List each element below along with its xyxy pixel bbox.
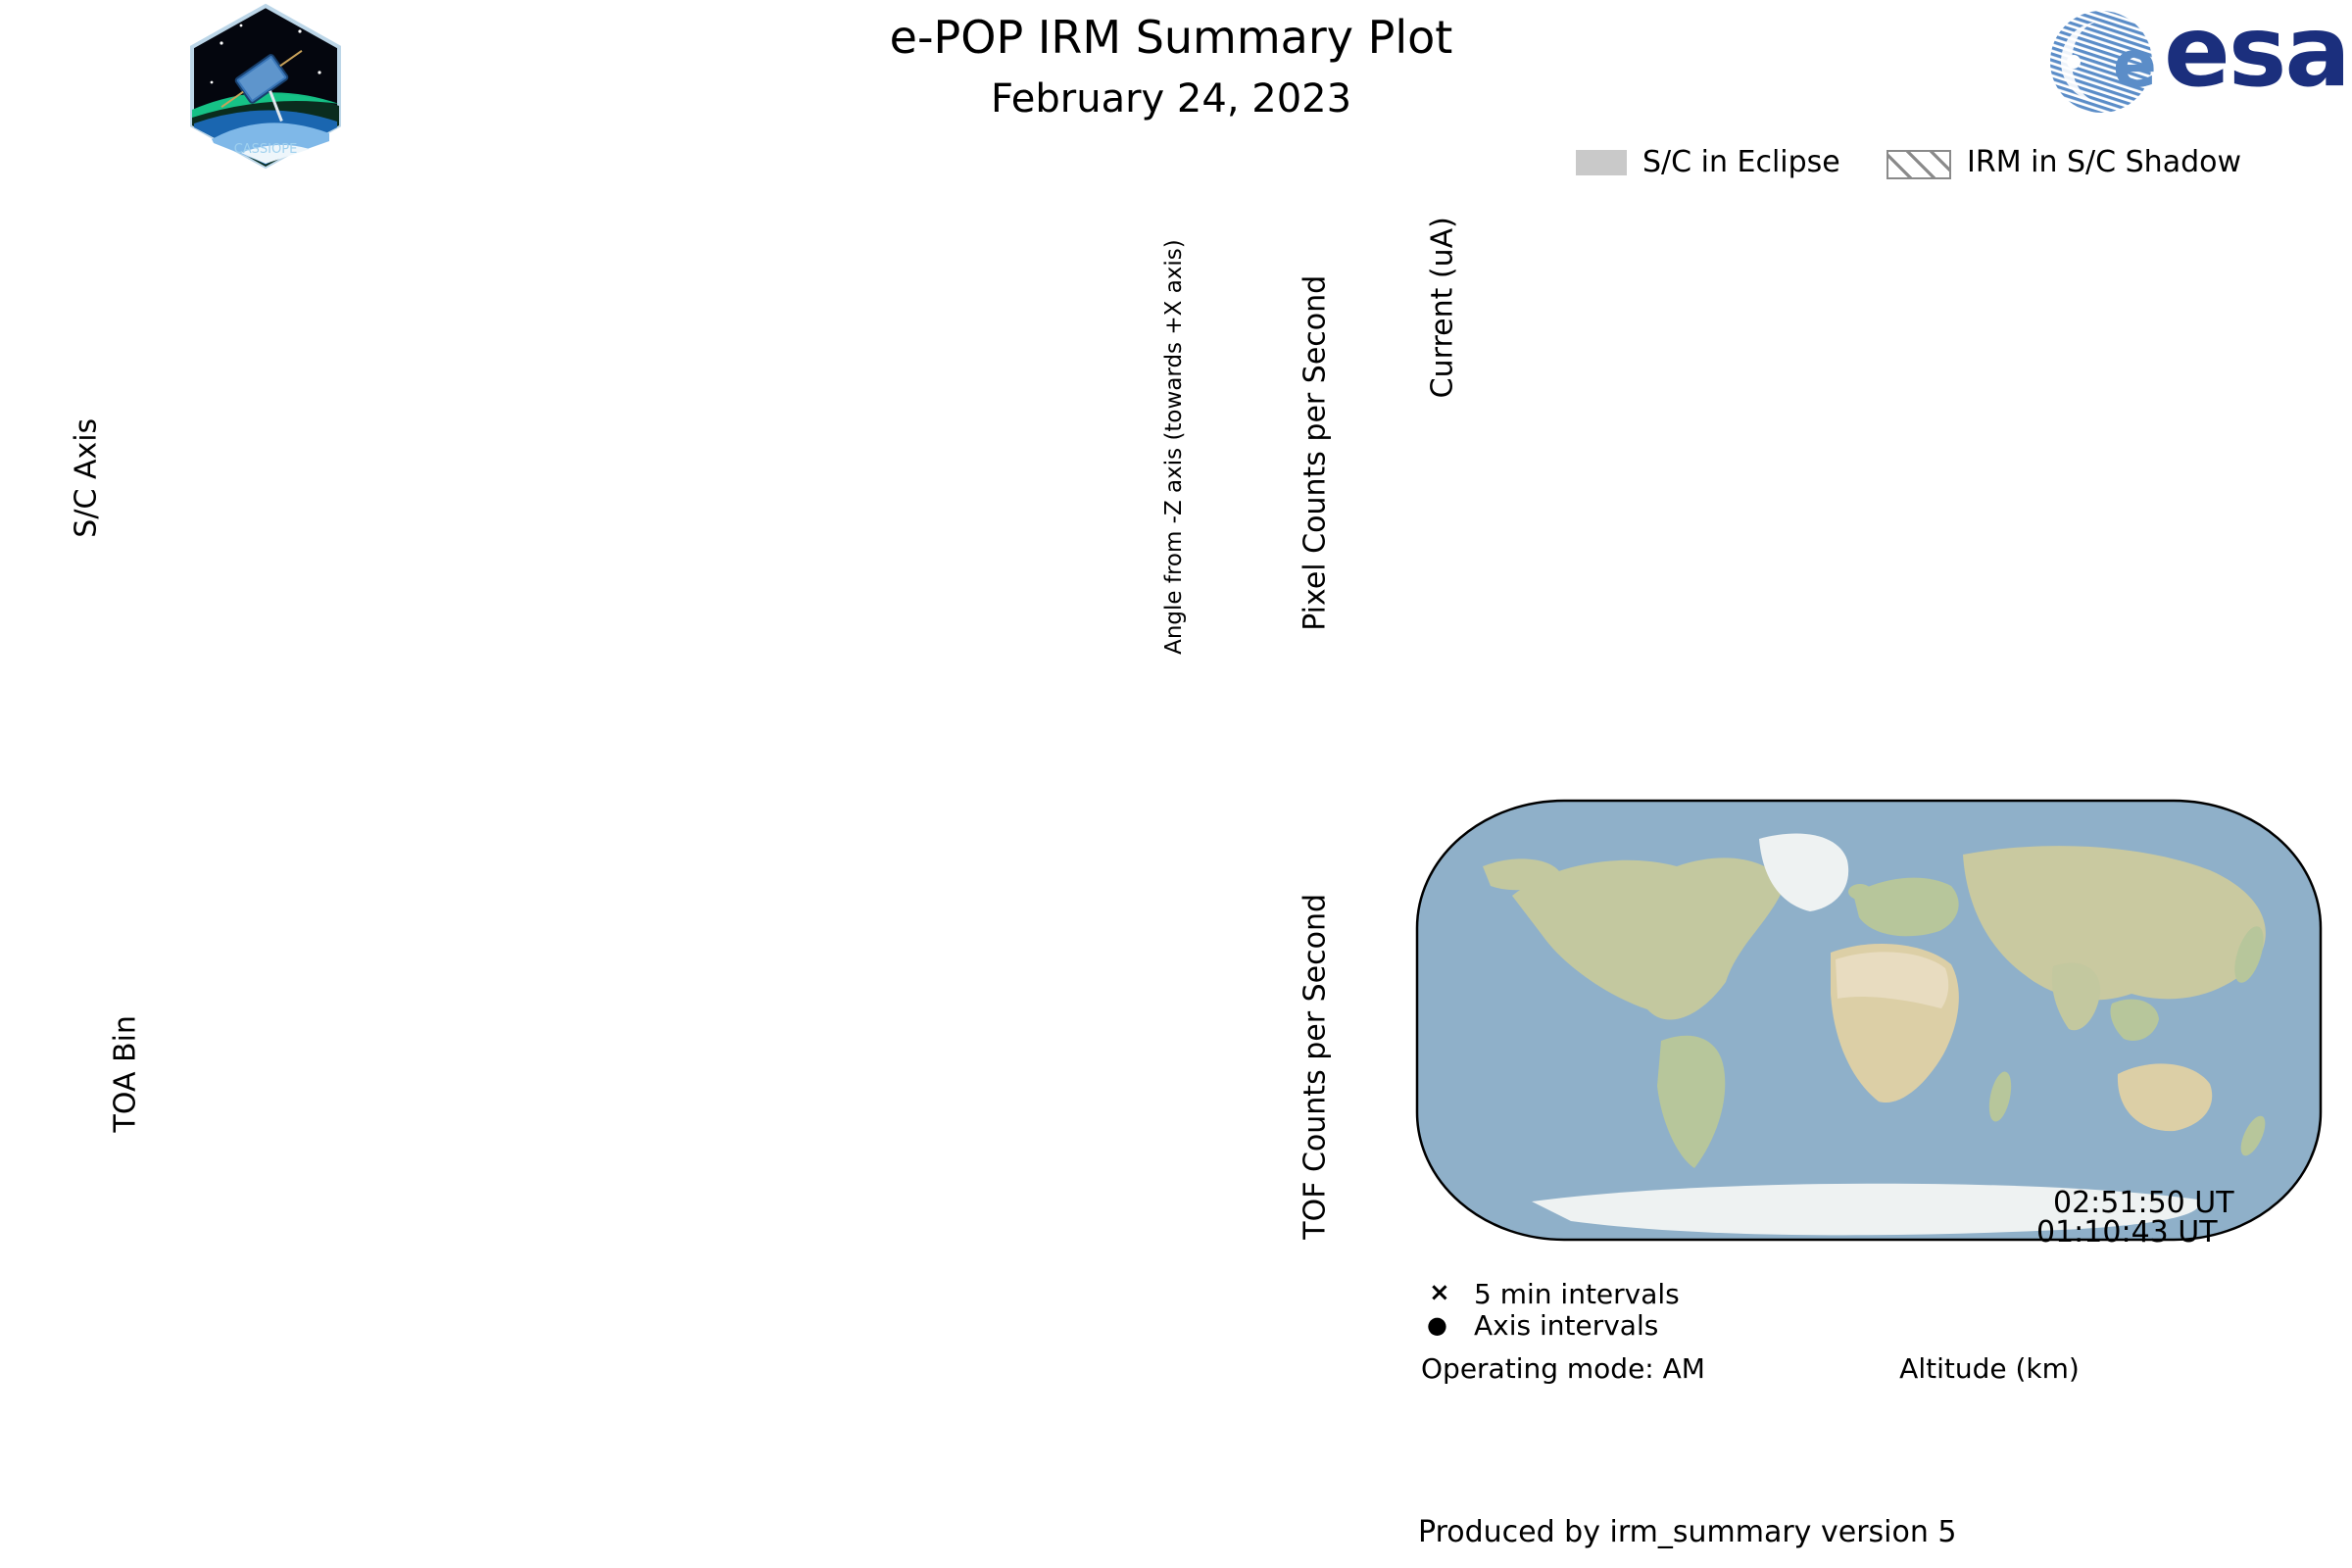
toa-ylabel: TOA Bin [110,927,141,1221]
eclipse-legend-label: S/C in Eclipse [1642,147,1840,178]
esa-logo-text: esa [2164,0,2349,103]
page-title: e-POP IRM Summary Plot [686,14,1656,61]
map-start-time: 01:10:43 UT [2036,1217,2218,1249]
dot-marker-label: Axis intervals [1474,1311,1658,1340]
shadow-legend-label: IRM in S/C Shadow [1967,147,2241,178]
x-marker-label: 5 min intervals [1474,1280,1680,1308]
altitude-colorbar [1714,1281,2263,1307]
x-marker-icon: × [1429,1280,1450,1306]
pixel-colorbar-title: Pixel Counts per Second [1299,298,1331,631]
esa-logo: e esa [2048,8,2342,116]
irm-summary-plot: CASSIOPE e-POP IRM Summary Plot February… [0,0,2352,1568]
altitude-bar-title: Altitude (km) [1842,1354,2136,1383]
esa-globe-icon: e [2048,8,2158,116]
cassiope-logo-text: CASSIOPE [234,142,298,157]
attitude-right-axis-title: Angle from -Z axis (towards +X axis) [1162,221,1186,672]
cassiope-logo: CASSIOPE [182,4,349,169]
dot-marker-icon: ● [1427,1313,1447,1338]
tof-colorbar-title: TOF Counts per Second [1299,916,1331,1240]
toa-plot [237,789,1083,1357]
attitude-ylabel: S/C Axis [71,331,102,625]
shadow-legend-swatch [1886,150,1951,179]
footer-text: Produced by irm_summary version 5 [1418,1517,1956,1548]
attitude-plot [237,188,1083,766]
tof-counts-colorbar [1201,799,1243,1353]
svg-text:e: e [2113,26,2157,102]
current-ylabel: Current (uA) [1427,151,1458,465]
eclipse-legend-swatch [1576,150,1627,175]
map-end-time: 02:51:50 UT [2053,1188,2234,1219]
pixel-counts-colorbar [1201,186,1243,740]
world-map [1414,798,2324,1243]
operating-mode: Operating mode: AM [1421,1354,1705,1383]
page-date: February 24, 2023 [686,78,1656,120]
current-plot [1515,186,2283,428]
counts-plot [1515,454,2283,693]
